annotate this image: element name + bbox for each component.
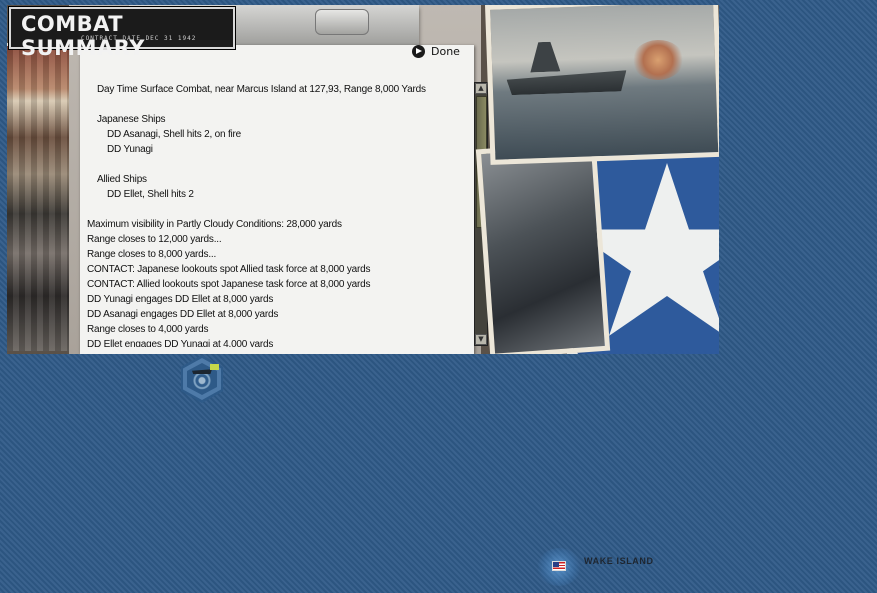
event-line: DD Ellet engages DD Yunagi at 4,000 yard… <box>87 339 274 347</box>
event-line: Range closes to 4,000 yards <box>87 324 209 335</box>
combat-report: Day Time Surface Combat, near Marcus Isl… <box>87 82 473 347</box>
event-line: DD Yunagi engages DD Ellet at 8,000 yard… <box>87 294 274 305</box>
japanese-ships-title: Japanese Ships <box>97 114 166 125</box>
ship-entry: DD Ellet, Shell hits 2 <box>107 189 194 200</box>
ship-entry: DD Yunagi <box>107 144 153 155</box>
event-line: DD Asanagi engages DD Ellet at 8,000 yar… <box>87 309 279 320</box>
combat-summary-window: Done Day Time Surface Combat, near Marcu… <box>7 5 719 354</box>
done-button[interactable]: Done <box>412 45 460 58</box>
base-label-wake-island[interactable]: WAKE ISLAND <box>584 556 654 566</box>
archive-photo-battleship <box>485 5 719 165</box>
ship-entry: DD Asanagi, Shell hits 2, on fire <box>107 129 242 140</box>
battleship-tower <box>529 41 560 72</box>
clip-knob <box>315 9 369 35</box>
report-header: Day Time Surface Combat, near Marcus Isl… <box>97 84 426 95</box>
done-label: Done <box>431 45 460 58</box>
arrow-right-circle-icon <box>412 45 425 58</box>
window-subtitle: CONTRACT DATE DEC 31 1942 <box>81 35 197 42</box>
event-line: CONTACT: Japanese lookouts spot Allied t… <box>87 264 371 275</box>
scroll-up-button[interactable]: ▲ <box>475 83 487 94</box>
event-line: Range closes to 12,000 yards... <box>87 234 222 245</box>
title-plate: COMBAT SUMMARY CONTRACT DATE DEC 31 1942 <box>9 7 235 60</box>
us-flag-icon[interactable] <box>552 561 566 571</box>
unit-flag-icon <box>210 364 219 370</box>
event-line: Maximum visibility in Partly Cloudy Cond… <box>87 219 342 230</box>
event-line: CONTACT: Allied lookouts spot Japanese t… <box>87 279 371 290</box>
gunfire-smoke <box>631 39 685 81</box>
event-line: Range closes to 8,000 yards... <box>87 249 217 260</box>
battleship-hull <box>506 65 627 95</box>
archive-photo-wreckage <box>475 141 611 354</box>
allied-ships-title: Allied Ships <box>97 174 147 185</box>
scroll-down-button[interactable]: ▼ <box>475 334 487 345</box>
